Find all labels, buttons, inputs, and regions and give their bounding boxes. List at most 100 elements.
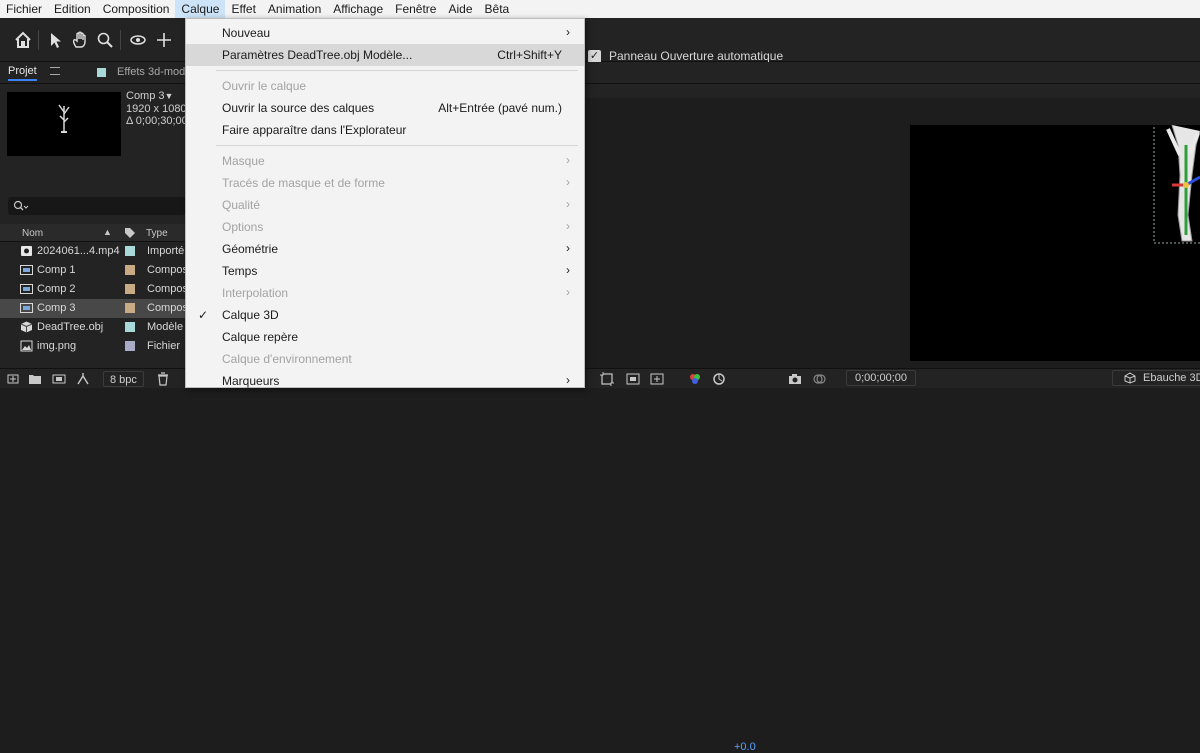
menu-aide[interactable]: Aide — [442, 0, 478, 18]
project-row-type: Fichier — [147, 340, 181, 352]
menu-item-label: Calque repère — [222, 330, 299, 344]
menu-item-nouveau[interactable]: Nouveau › — [186, 22, 584, 44]
composition-icon — [20, 283, 33, 295]
search-icon — [13, 200, 29, 211]
snapshot-camera-icon[interactable] — [788, 372, 802, 386]
tab-projet[interactable]: Projet — [8, 65, 37, 81]
menu-item-ouvrir-le-calque: Ouvrir le calque — [186, 75, 584, 97]
home-icon[interactable] — [13, 30, 33, 50]
auto-open-panel-checkbox[interactable]: ✓ Panneau Ouverture automatique — [588, 49, 783, 63]
trash-icon[interactable] — [156, 372, 170, 386]
check-icon: ✓ — [198, 308, 209, 322]
menu-item-marqueurs[interactable]: Marqueurs › — [186, 370, 584, 392]
chevron-right-icon: › — [566, 263, 570, 277]
menu-item-parametres-deadtree-obj-modele[interactable]: Paramètres DeadTree.obj Modèle... Ctrl+Sh… — [186, 44, 584, 66]
project-row[interactable]: Comp 3 Compos — [0, 299, 188, 318]
chevron-right-icon: › — [566, 153, 570, 167]
transparency-grid-icon[interactable] — [626, 372, 640, 386]
reset-exposure-icon[interactable] — [712, 372, 726, 386]
current-time-display[interactable]: 0;00;00;00 — [846, 370, 916, 386]
selection-tool-icon[interactable] — [46, 30, 66, 50]
menu-item-label: Ouvrir la source des calques — [222, 101, 375, 115]
menu-item-label: Interpolation — [222, 286, 289, 300]
menu-item-calque-repere[interactable]: Calque repère — [186, 326, 584, 348]
project-row-name: Comp 1 — [37, 264, 76, 276]
menu-item-label: Qualité — [222, 198, 261, 212]
zoom-tool-icon[interactable] — [95, 30, 115, 50]
project-row[interactable]: img.png Fichier — [0, 337, 186, 356]
show-snapshot-icon[interactable] — [812, 372, 826, 386]
new-folder-icon[interactable] — [28, 372, 42, 386]
menu-beta[interactable]: Bêta — [479, 0, 516, 18]
label-color-swatch[interactable] — [125, 322, 135, 332]
comp-info-duration: Δ 0;00;30;00, — [126, 115, 191, 127]
check-icon[interactable]: ✓ — [588, 49, 601, 63]
project-row-name: Comp 2 — [37, 283, 76, 295]
flowchart-icon[interactable] — [76, 372, 90, 386]
column-type-header[interactable]: Type — [146, 228, 168, 239]
menu-affichage[interactable]: Affichage — [327, 0, 389, 18]
menu-item-interpolation: Interpolation › — [186, 282, 584, 304]
tab-effets[interactable]: Effets 3d-mod — [117, 66, 185, 78]
bit-depth-button[interactable]: 8 bpc — [103, 371, 144, 387]
chevron-right-icon: › — [566, 197, 570, 211]
project-row-type: Compos — [147, 302, 188, 314]
sort-up-icon[interactable]: ▲ — [103, 227, 112, 237]
new-composition-icon[interactable] — [52, 372, 66, 386]
effects-label-color — [97, 68, 106, 77]
menu-item-label: Options — [222, 220, 264, 234]
label-color-swatch[interactable] — [125, 341, 135, 351]
project-row[interactable]: DeadTree.obj Modèle — [0, 318, 186, 337]
menu-calque[interactable]: Calque — [175, 0, 226, 18]
label-color-swatch[interactable] — [125, 265, 135, 275]
interpret-footage-icon[interactable] — [6, 372, 20, 386]
menu-separator — [216, 145, 578, 146]
renderer-selector[interactable]: Ebauche 3D — [1112, 370, 1200, 386]
composition-thumbnail — [7, 92, 121, 156]
project-row[interactable]: Comp 1 Compos — [0, 261, 188, 280]
color-channels-icon[interactable] — [688, 372, 702, 386]
hand-tool-icon[interactable] — [70, 30, 90, 50]
menu-fenetre[interactable]: Fenêtre — [389, 0, 442, 18]
composition-subbar — [584, 84, 1200, 98]
comp-info-dimensions: 1920 x 1080 — [126, 102, 187, 115]
menu-composition[interactable]: Composition — [97, 0, 176, 18]
caret-down-icon[interactable]: ▼ — [165, 91, 174, 101]
project-row-type: Compos — [147, 264, 188, 276]
label-tag-icon[interactable] — [124, 227, 136, 239]
menu-item-shortcut: Ctrl+Shift+Y — [497, 48, 562, 62]
project-tabs: Projet Effets 3d-mod — [0, 62, 186, 84]
project-row-name: Comp 3 — [37, 302, 76, 314]
menu-item-temps[interactable]: Temps › — [186, 260, 584, 282]
composition-viewer[interactable] — [910, 124, 1200, 361]
comp-info-name: Comp 3 — [126, 90, 165, 102]
label-color-swatch[interactable] — [125, 284, 135, 294]
chevron-right-icon: › — [566, 285, 570, 299]
label-color-swatch[interactable] — [125, 303, 135, 313]
project-search-input[interactable] — [8, 197, 186, 215]
menu-item-label: Tracés de masque et de forme — [222, 176, 385, 190]
menu-item-faire-apparaitre-dans-l-explorateur[interactable]: Faire apparaître dans l'Explorateur — [186, 119, 584, 141]
project-row[interactable]: Comp 2 Compos — [0, 280, 188, 299]
column-name-header[interactable]: Nom — [22, 228, 43, 239]
chevron-right-icon: › — [566, 175, 570, 189]
project-row[interactable]: 2024061...4.mp4 Importé — [0, 242, 186, 261]
safe-margins-icon[interactable] — [650, 372, 664, 386]
region-of-interest-icon[interactable] — [600, 372, 614, 386]
menu-item-masque: Masque › — [186, 150, 584, 172]
panel-menu-icon[interactable] — [50, 67, 60, 75]
orbit-camera-icon[interactable] — [128, 30, 148, 50]
menu-item-geometrie[interactable]: Géométrie › — [186, 238, 584, 260]
exposure-value[interactable]: +0.0 — [734, 741, 756, 753]
image-icon — [20, 340, 33, 352]
menu-effet[interactable]: Effet — [225, 0, 261, 18]
label-color-swatch[interactable] — [125, 246, 135, 256]
menu-item-traces-de-masque-et-de-forme: Tracés de masque et de forme › — [186, 172, 584, 194]
menu-animation[interactable]: Animation — [262, 0, 327, 18]
pan-camera-icon[interactable] — [154, 30, 174, 50]
menu-item-ouvrir-la-source-des-calques[interactable]: Ouvrir la source des calques Alt+Entrée (… — [186, 97, 584, 119]
menu-item-calque-d-environnement: Calque d'environnement — [186, 348, 584, 370]
menu-item-calque-3d[interactable]: ✓ Calque 3D — [186, 304, 584, 326]
menu-edition[interactable]: Edition — [48, 0, 97, 18]
menu-fichier[interactable]: Fichier — [0, 0, 48, 18]
